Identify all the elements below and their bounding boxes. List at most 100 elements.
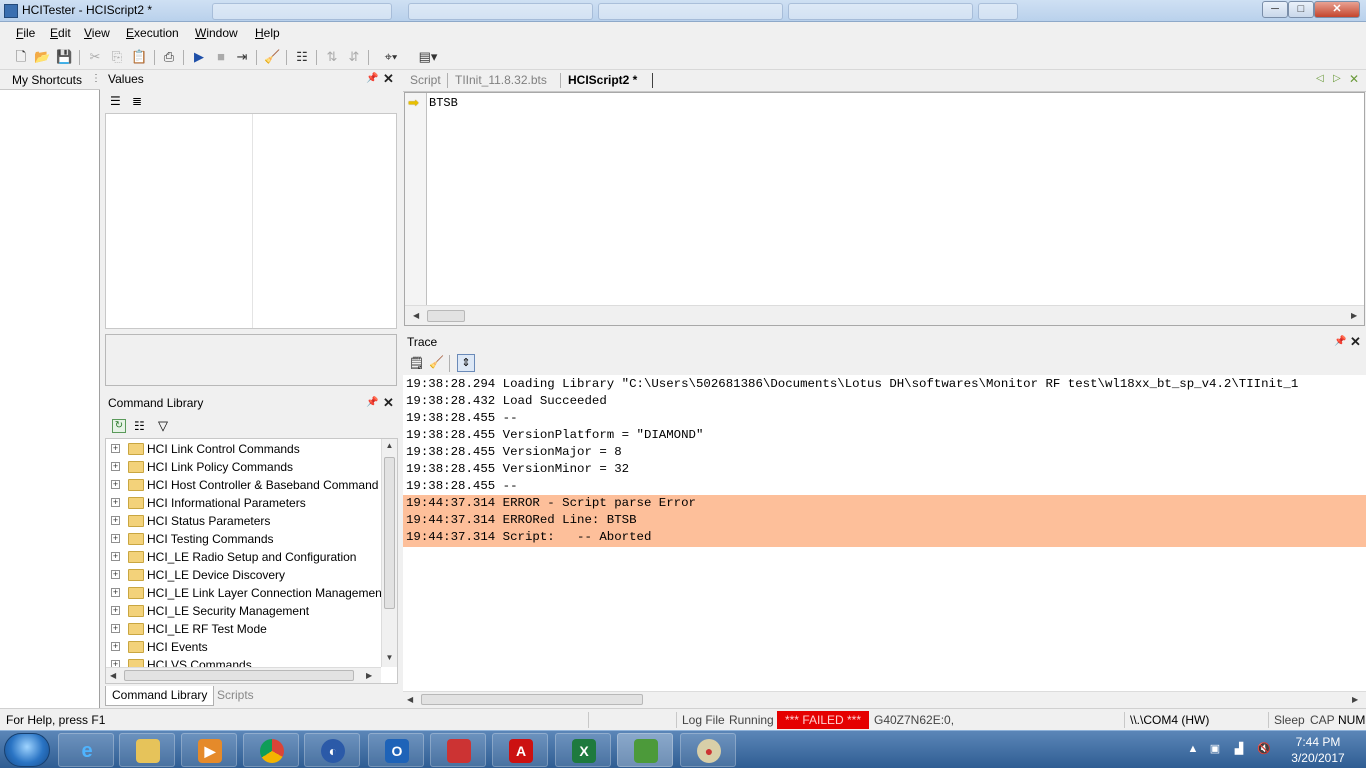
copy-icon[interactable]: ⎘ (109, 49, 125, 65)
run-icon[interactable]: ▶ (191, 49, 207, 65)
network-icon[interactable]: ▟ (1233, 743, 1245, 755)
trace-autoscroll-icon[interactable]: ⇕ (457, 354, 475, 372)
print-icon[interactable]: ⎙ (161, 49, 177, 65)
cut-icon[interactable]: ✂ (87, 49, 103, 65)
taskbar-app[interactable]: ◐ (304, 733, 360, 767)
clear-icon[interactable]: 🧹 (264, 49, 280, 65)
script-editor[interactable]: ➡ BTSB ◀ ▶ (404, 92, 1365, 326)
tray-expand-icon[interactable]: ▲ (1187, 743, 1199, 755)
values-list-icon[interactable]: ≣ (132, 94, 142, 108)
tree-item[interactable]: + HCI_LE RF Test Mode (106, 620, 382, 638)
close-document-icon[interactable]: ✕ (1349, 72, 1359, 86)
step-icon[interactable]: ⇥ (234, 49, 250, 65)
background-window-tab[interactable] (598, 3, 783, 20)
start-button[interactable] (4, 733, 50, 767)
close-icon[interactable]: ✕ (383, 71, 394, 87)
taskbar-app[interactable] (119, 733, 175, 767)
scroll-right-icon[interactable]: ▶ (1352, 695, 1358, 704)
maximize-button[interactable]: □ (1288, 1, 1314, 18)
taskbar-app[interactable]: e (58, 733, 114, 767)
list-view-icon[interactable]: ☷ (134, 419, 145, 433)
menu-edit[interactable]: Edit (50, 26, 71, 40)
background-window-tab[interactable] (408, 3, 593, 20)
scroll-thumb[interactable] (124, 670, 354, 681)
tab-prev-icon[interactable]: ◁ (1316, 73, 1324, 84)
background-window-tab[interactable] (978, 3, 1018, 20)
new-file-icon[interactable]: 🗋 (13, 49, 29, 65)
code-line[interactable]: BTSB (429, 96, 458, 110)
menu-view[interactable]: View (84, 26, 110, 40)
tree-item[interactable]: + HCI Host Controller & Baseband Command (106, 476, 382, 494)
tree-item[interactable]: + HCI Link Control Commands (106, 440, 382, 458)
close-icon[interactable]: ✕ (1350, 334, 1361, 350)
expand-icon[interactable]: + (111, 642, 120, 651)
open-folder-icon[interactable]: 📂 (34, 49, 50, 65)
tree-item[interactable]: + HCI Events (106, 638, 382, 656)
scroll-right-icon[interactable]: ▶ (1351, 311, 1357, 320)
expand-icon[interactable]: + (111, 444, 120, 453)
taskbar-app[interactable]: A (492, 733, 548, 767)
tree-item[interactable]: + HCI VS Commands (106, 656, 382, 667)
tab-tiinit[interactable]: TIInit_11.8.32.bts (455, 73, 547, 87)
tree-horizontal-scrollbar[interactable]: ◀ ▶ (106, 667, 381, 683)
scroll-right-icon[interactable]: ▶ (366, 671, 372, 680)
tab-scripts[interactable]: Scripts (211, 686, 260, 706)
paste-icon[interactable]: 📋 (131, 49, 147, 65)
values-sort-icon[interactable]: ☰ (110, 94, 121, 108)
close-button[interactable]: ✕ (1314, 1, 1360, 18)
expand-icon[interactable]: + (111, 624, 120, 633)
menu-help[interactable]: Help (255, 26, 280, 40)
tree-item[interactable]: + HCI Informational Parameters (106, 494, 382, 512)
expand-icon[interactable]: + (111, 516, 120, 525)
expand-icon[interactable]: + (111, 552, 120, 561)
expand-icon[interactable]: + (111, 498, 120, 507)
background-window-tab[interactable] (212, 3, 392, 20)
trace-clear-icon[interactable]: 🧹 (429, 355, 444, 369)
expand-icon[interactable]: + (111, 480, 120, 489)
expand-icon[interactable]: + (111, 462, 120, 471)
tab-hciscript2[interactable]: HCIScript2 * (568, 73, 637, 87)
taskbar-app[interactable]: X (555, 733, 611, 767)
scroll-left-icon[interactable]: ◀ (110, 671, 116, 680)
trace-horizontal-scrollbar[interactable]: ◀ ▶ (403, 691, 1366, 707)
tab-script[interactable]: Script (410, 73, 441, 87)
taskbar-app[interactable]: ● (680, 733, 736, 767)
format-icon[interactable]: ⇅ (324, 49, 340, 65)
tab-command-library[interactable]: Command Library (105, 686, 215, 706)
unformat-icon[interactable]: ⇵ (346, 49, 362, 65)
filter-icon[interactable]: ▽ (158, 418, 168, 434)
properties-icon[interactable]: ☷ (294, 49, 310, 65)
tree-item[interactable]: + HCI Status Parameters (106, 512, 382, 530)
scroll-up-icon[interactable]: ▲ (382, 441, 397, 450)
expand-icon[interactable]: + (111, 606, 120, 615)
taskbar-app-active[interactable] (617, 733, 673, 767)
menu-window[interactable]: Window (195, 26, 238, 40)
taskbar-app[interactable]: ▶ (181, 733, 237, 767)
stop-icon[interactable]: ■ (213, 49, 229, 65)
pin-icon[interactable]: 📌 (1334, 336, 1346, 347)
taskbar-app[interactable]: O (368, 733, 424, 767)
tree-item[interactable]: + HCI_LE Device Discovery (106, 566, 382, 584)
tree-item[interactable]: + HCI_LE Security Management (106, 602, 382, 620)
scroll-thumb[interactable] (427, 310, 465, 322)
expand-icon[interactable]: + (111, 660, 120, 667)
tree-item[interactable]: + HCI Testing Commands (106, 530, 382, 548)
values-grid[interactable] (105, 113, 397, 329)
background-window-tab[interactable] (788, 3, 973, 20)
editor-horizontal-scrollbar[interactable]: ◀ ▶ (405, 305, 1364, 325)
scroll-left-icon[interactable]: ◀ (413, 311, 419, 320)
layout-dropdown-icon[interactable]: ▤▾ (414, 49, 442, 65)
tab-next-icon[interactable]: ▷ (1333, 73, 1341, 84)
save-icon[interactable]: 💾 (56, 49, 72, 65)
tray-device-icon[interactable]: ▣ (1209, 743, 1221, 755)
menu-execution[interactable]: Execution (126, 26, 179, 40)
trace-export-icon[interactable]: 🗒 (409, 356, 424, 370)
clock-date[interactable]: 3/20/2017 (1284, 751, 1352, 765)
taskbar-app[interactable] (430, 733, 486, 767)
minimize-button[interactable]: ─ (1262, 1, 1288, 18)
clock-time[interactable]: 7:44 PM (1288, 735, 1348, 749)
scroll-left-icon[interactable]: ◀ (407, 695, 413, 704)
tree-item[interactable]: + HCI_LE Radio Setup and Configuration (106, 548, 382, 566)
tree-item[interactable]: + HCI_LE Link Layer Connection Management (106, 584, 382, 602)
trace-log[interactable]: 19:38:28.294 Loading Library "C:\Users\5… (403, 375, 1366, 691)
